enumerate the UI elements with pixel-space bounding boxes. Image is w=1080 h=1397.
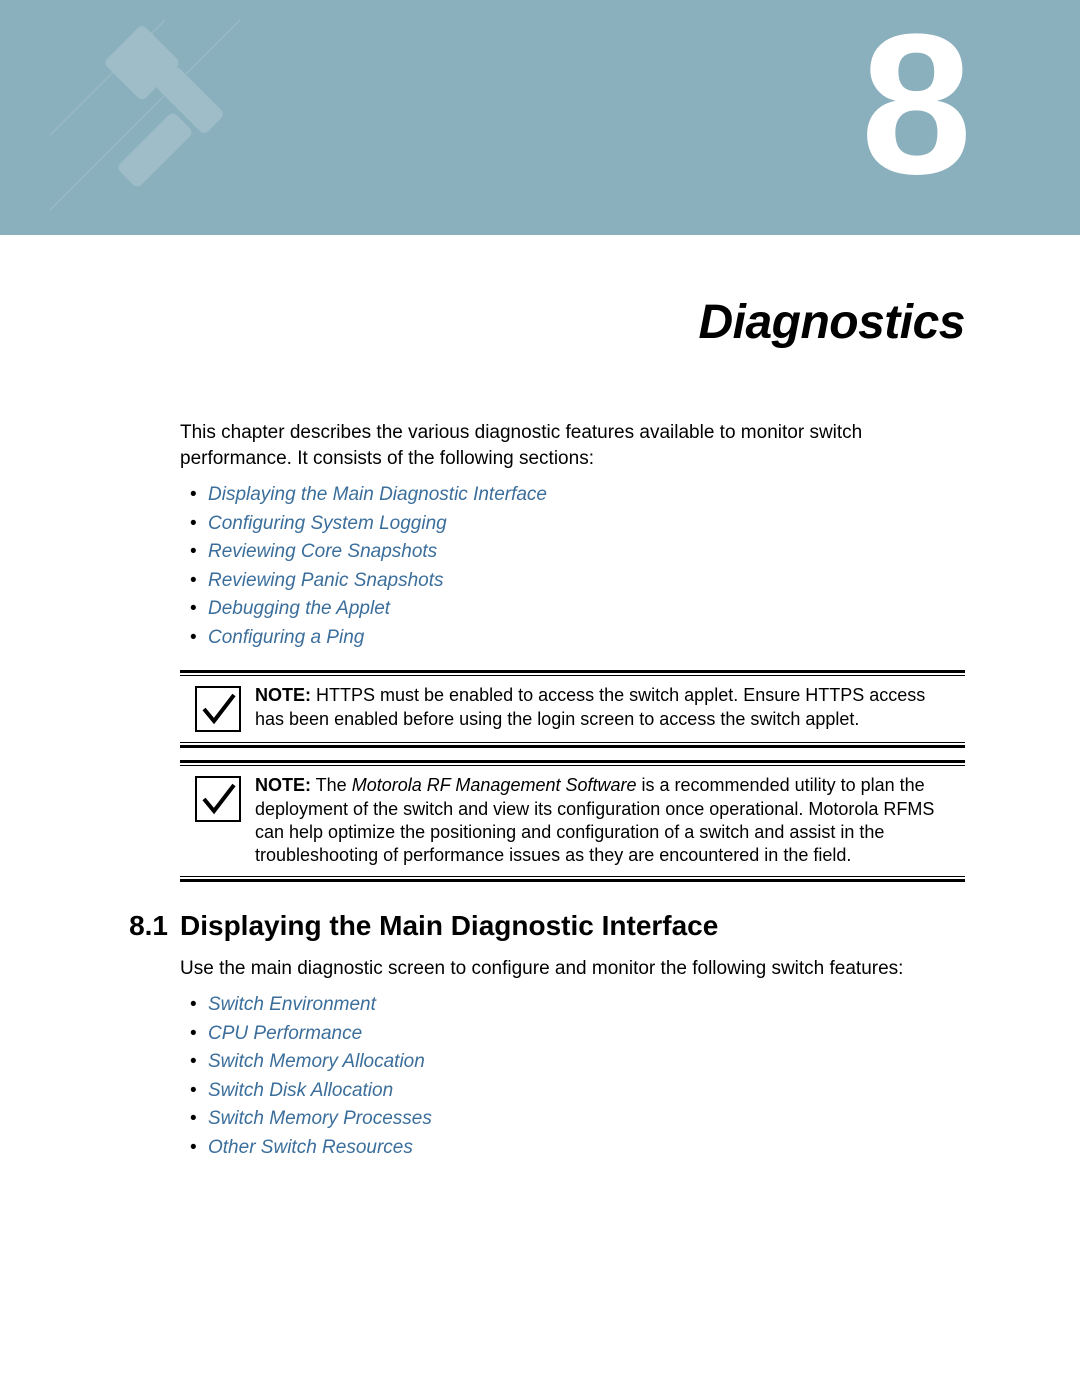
list-item: Configuring System Logging	[180, 510, 965, 539]
list-item: Displaying the Main Diagnostic Interface	[180, 481, 965, 510]
section-heading: 8.1 Displaying the Main Diagnostic Inter…	[120, 910, 965, 942]
list-item: Other Switch Resources	[180, 1134, 965, 1163]
note-block: NOTE: The Motorola RF Management Softwar…	[180, 760, 965, 882]
note-text: NOTE: The Motorola RF Management Softwar…	[255, 772, 965, 870]
list-item: CPU Performance	[180, 1020, 965, 1049]
list-item: Configuring a Ping	[180, 624, 965, 653]
section-links-list: Switch Environment CPU Performance Switc…	[180, 991, 965, 1162]
list-item: Switch Memory Processes	[180, 1105, 965, 1134]
note-body: HTTPS must be enabled to access the swit…	[255, 685, 925, 728]
topic-link[interactable]: Switch Environment	[208, 994, 376, 1015]
list-item: Switch Environment	[180, 991, 965, 1020]
list-item: Reviewing Core Snapshots	[180, 538, 965, 567]
checkmark-icon	[195, 686, 241, 732]
chapter-intro: This chapter describes the various diagn…	[180, 420, 965, 471]
note-icon-cell	[180, 772, 255, 826]
topic-link[interactable]: Switch Memory Allocation	[208, 1051, 425, 1072]
list-item: Switch Memory Allocation	[180, 1048, 965, 1077]
list-item: Switch Disk Allocation	[180, 1077, 965, 1106]
checkmark-icon	[195, 776, 241, 822]
section-link[interactable]: Reviewing Core Snapshots	[208, 541, 437, 562]
banner-decoration-icon	[45, 15, 245, 215]
chapter-title: Diagnostics	[180, 295, 965, 350]
chapter-banner: 8	[0, 0, 1080, 235]
section-intro: Use the main diagnostic screen to config…	[180, 956, 965, 982]
section-link[interactable]: Debugging the Applet	[208, 598, 390, 619]
note-label: NOTE:	[255, 685, 311, 705]
note-icon-cell	[180, 682, 255, 736]
page-content: Diagnostics This chapter describes the v…	[0, 295, 1080, 1220]
section-link[interactable]: Configuring System Logging	[208, 513, 447, 534]
note-label: NOTE:	[255, 775, 311, 795]
section-link[interactable]: Configuring a Ping	[208, 627, 364, 648]
section-link[interactable]: Reviewing Panic Snapshots	[208, 570, 444, 591]
topic-link[interactable]: Switch Disk Allocation	[208, 1080, 393, 1101]
note-text: NOTE: HTTPS must be enabled to access th…	[255, 682, 965, 733]
chapter-sections-list: Displaying the Main Diagnostic Interface…	[180, 481, 965, 652]
note-pre: The	[311, 775, 352, 795]
list-item: Debugging the Applet	[180, 595, 965, 624]
list-item: Reviewing Panic Snapshots	[180, 567, 965, 596]
section-title: Displaying the Main Diagnostic Interface	[180, 910, 718, 942]
section-number: 8.1	[120, 910, 180, 942]
topic-link[interactable]: CPU Performance	[208, 1023, 362, 1044]
topic-link[interactable]: Other Switch Resources	[208, 1137, 413, 1158]
chapter-number: 8	[861, 25, 972, 185]
note-block: NOTE: HTTPS must be enabled to access th…	[180, 670, 965, 748]
note-emphasis: Motorola RF Management Software	[352, 775, 637, 795]
section-link[interactable]: Displaying the Main Diagnostic Interface	[208, 484, 547, 505]
topic-link[interactable]: Switch Memory Processes	[208, 1108, 432, 1129]
